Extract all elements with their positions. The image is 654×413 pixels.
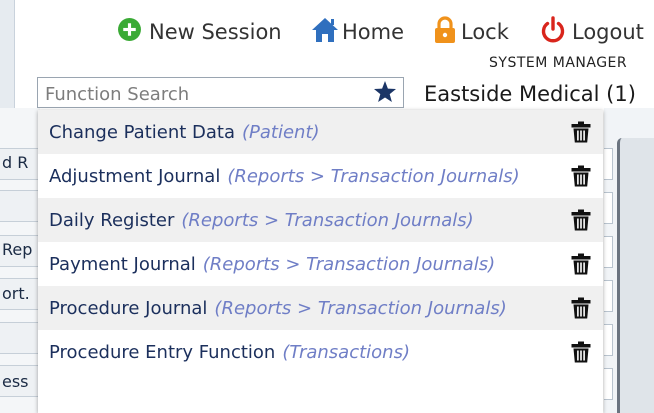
background-row: [0, 322, 40, 354]
new-session-label: New Session: [149, 20, 282, 44]
background-scroll-panel: [617, 138, 654, 413]
background-text: d R: [2, 153, 29, 172]
trash-icon[interactable]: [571, 341, 591, 363]
result-path: (Reports > Transaction Journals): [181, 209, 474, 231]
result-path: (Reports > Transaction Journals): [227, 165, 520, 187]
new-session-button[interactable]: New Session: [117, 17, 282, 47]
background-row: [0, 190, 40, 222]
power-icon: [540, 16, 566, 48]
star-icon[interactable]: [373, 80, 397, 104]
home-button[interactable]: Home: [311, 17, 404, 47]
result-name: Procedure Journal: [49, 297, 208, 319]
background-field: [604, 368, 613, 400]
trash-icon[interactable]: [571, 165, 591, 187]
function-search-box: [37, 77, 404, 108]
result-path: (Transactions): [282, 341, 410, 363]
lock-label: Lock: [461, 20, 509, 44]
search-results-dropdown: Change Patient Data (Patient) Adjustment…: [38, 110, 603, 413]
search-result-item[interactable]: Adjustment Journal (Reports > Transactio…: [38, 154, 603, 198]
result-path: (Patient): [242, 121, 320, 143]
background-field: [604, 236, 613, 268]
result-name: Adjustment Journal: [49, 165, 221, 187]
user-name: SYSTEM MANAGER: [489, 55, 628, 71]
trash-icon[interactable]: [571, 297, 591, 319]
background-text: Rep: [2, 240, 33, 259]
trash-icon[interactable]: [571, 253, 591, 275]
search-result-item[interactable]: Payment Journal (Reports > Transaction J…: [38, 242, 603, 286]
trash-icon[interactable]: [571, 209, 591, 231]
background-field: [604, 148, 613, 180]
result-path: (Reports > Transaction Journals): [214, 297, 507, 319]
background-field: [604, 324, 613, 356]
result-path: (Reports > Transaction Journals): [202, 253, 496, 275]
background-field: [604, 192, 613, 224]
lock-icon: [433, 15, 457, 49]
home-icon: [311, 16, 339, 48]
search-result-item[interactable]: Procedure Entry Function (Transactions): [38, 330, 603, 374]
search-result-item[interactable]: Daily Register (Reports > Transaction Jo…: [38, 198, 603, 242]
search-result-item[interactable]: Procedure Journal (Reports > Transaction…: [38, 286, 603, 330]
search-result-item[interactable]: Change Patient Data (Patient): [38, 110, 603, 154]
result-name: Daily Register: [49, 209, 175, 231]
facility-name[interactable]: Eastside Medical (1): [424, 82, 636, 106]
background-text: ess: [2, 372, 29, 391]
logout-label: Logout: [572, 20, 644, 44]
background-field: [604, 280, 613, 312]
background-text: ort.: [2, 284, 30, 303]
result-name: Change Patient Data: [49, 121, 236, 143]
result-name: Procedure Entry Function: [49, 341, 276, 363]
lock-button[interactable]: Lock: [433, 15, 509, 49]
function-search-input[interactable]: [43, 81, 367, 107]
trash-icon[interactable]: [571, 121, 591, 143]
home-label: Home: [342, 20, 405, 44]
plus-circle-icon: [117, 17, 142, 47]
logout-button[interactable]: Logout: [540, 16, 644, 48]
result-name: Payment Journal: [49, 253, 196, 275]
